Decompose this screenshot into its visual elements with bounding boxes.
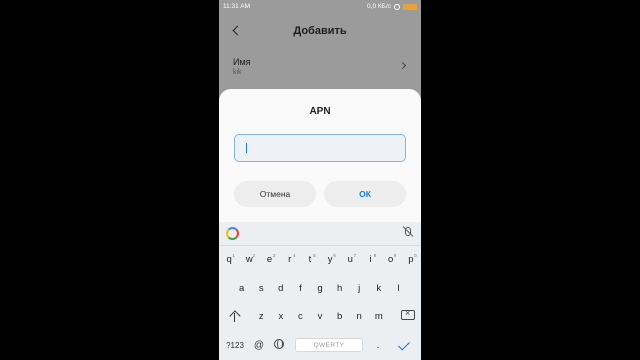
key-x[interactable]: x <box>271 306 291 326</box>
google-icon[interactable] <box>226 227 239 240</box>
key-c[interactable]: c <box>291 306 311 326</box>
text-cursor <box>246 143 247 153</box>
key-r[interactable]: r4 <box>280 249 300 269</box>
key-v[interactable]: v <box>310 306 330 326</box>
period-key[interactable]: . <box>371 336 385 354</box>
network-speed: 0,0 КБ/с <box>367 3 391 10</box>
globe-icon[interactable] <box>274 339 284 349</box>
key-label: x <box>278 310 284 322</box>
key-label: l <box>397 282 400 294</box>
key-l[interactable]: l <box>389 278 409 298</box>
key-j[interactable]: j <box>349 278 369 298</box>
setting-label: Имя <box>233 57 251 67</box>
key-n[interactable]: n <box>349 306 369 326</box>
key-h[interactable]: h <box>330 278 350 298</box>
key-label: c <box>298 310 303 322</box>
shift-icon[interactable] <box>224 307 246 327</box>
cancel-button[interactable]: Отмена <box>234 181 316 207</box>
key-row-2: asdfghjkl <box>219 278 421 298</box>
page-title: Добавить <box>293 25 347 37</box>
key-label: e <box>266 253 273 265</box>
key-f[interactable]: f <box>291 278 311 298</box>
key-hint: 3 <box>272 253 276 258</box>
apn-input[interactable] <box>234 134 406 162</box>
key-hint: 8 <box>373 253 377 258</box>
mic-off-icon[interactable] <box>405 227 411 236</box>
dialog-title: APN <box>309 106 331 117</box>
key-label: y <box>327 253 333 265</box>
space-key[interactable]: QWERTY <box>295 338 363 352</box>
key-m[interactable]: m <box>369 306 389 326</box>
key-u[interactable]: u7 <box>340 249 360 269</box>
key-o[interactable]: o9 <box>381 249 401 269</box>
key-label: r <box>288 253 292 265</box>
key-hint: 1 <box>232 253 235 258</box>
key-p[interactable]: p0 <box>401 249 421 269</box>
key-q[interactable]: q1 <box>219 249 239 269</box>
key-label: m <box>374 310 383 322</box>
key-label: n <box>356 310 362 322</box>
key-label: t <box>308 253 312 265</box>
key-hint: 9 <box>393 253 397 258</box>
key-label: p <box>408 253 414 265</box>
key-hint: 7 <box>353 253 357 258</box>
apn-dialog: APN Отмена ОК <box>219 89 421 222</box>
key-s[interactable]: s <box>251 278 271 298</box>
app-header: Добавить <box>219 14 421 48</box>
key-label: h <box>336 282 343 294</box>
key-label: o <box>388 253 394 265</box>
key-d[interactable]: d <box>271 278 291 298</box>
key-label: v <box>317 310 323 322</box>
key-label: d <box>278 282 284 294</box>
key-t[interactable]: t5 <box>300 249 320 269</box>
chevron-right-icon <box>400 61 408 71</box>
status-bar: 11:31 AM 0,0 КБ/с <box>219 0 421 13</box>
key-hint: 2 <box>252 253 256 258</box>
status-time: 11:31 AM <box>223 3 250 10</box>
key-i[interactable]: i8 <box>360 249 380 269</box>
battery-icon <box>403 3 417 10</box>
ok-button[interactable]: ОК <box>324 181 406 207</box>
key-label: z <box>258 310 264 322</box>
keyboard: q1w2e3r4t5y6u7i8o9p0 asdfghjkl zxcvbnm ?… <box>219 222 421 360</box>
key-label: k <box>376 282 382 294</box>
key-g[interactable]: g <box>310 278 330 298</box>
key-label: s <box>258 282 264 294</box>
enter-check-icon[interactable] <box>395 336 415 354</box>
key-a[interactable]: a <box>232 278 252 298</box>
at-key[interactable]: @ <box>250 336 268 354</box>
key-label: b <box>336 310 343 322</box>
key-label: j <box>358 282 361 294</box>
key-hint: 0 <box>414 253 417 258</box>
key-label: g <box>317 282 323 294</box>
alarm-icon <box>394 3 400 10</box>
key-hint: 6 <box>333 253 336 258</box>
key-row-3: z x c v b nm <box>219 306 421 326</box>
key-label: a <box>238 282 245 294</box>
backspace-icon[interactable] <box>401 308 415 320</box>
key-z[interactable]: z <box>251 306 271 326</box>
setting-value: kik <box>233 69 242 76</box>
key-w[interactable]: w2 <box>239 249 259 269</box>
key-hint: 5 <box>313 253 316 258</box>
key-b[interactable]: b <box>330 306 350 326</box>
key-label: f <box>299 282 302 294</box>
keyboard-toolbar <box>219 222 421 246</box>
key-label: i <box>369 253 372 265</box>
key-e[interactable]: e3 <box>259 249 279 269</box>
key-label: u <box>347 253 353 265</box>
key-hint: 4 <box>292 253 296 258</box>
key-row-1: q1w2e3r4t5y6u7i8o9p0 <box>219 249 421 269</box>
key-k[interactable]: k <box>369 278 389 298</box>
key-label: q <box>226 253 232 265</box>
phone-screen: 11:31 AM 0,0 КБ/с Добавить Имя kik APN О… <box>219 0 421 360</box>
key-y[interactable]: y6 <box>320 249 340 269</box>
setting-row-name[interactable]: Имя kik <box>219 52 421 82</box>
symbols-key[interactable]: ?123 <box>224 336 246 354</box>
